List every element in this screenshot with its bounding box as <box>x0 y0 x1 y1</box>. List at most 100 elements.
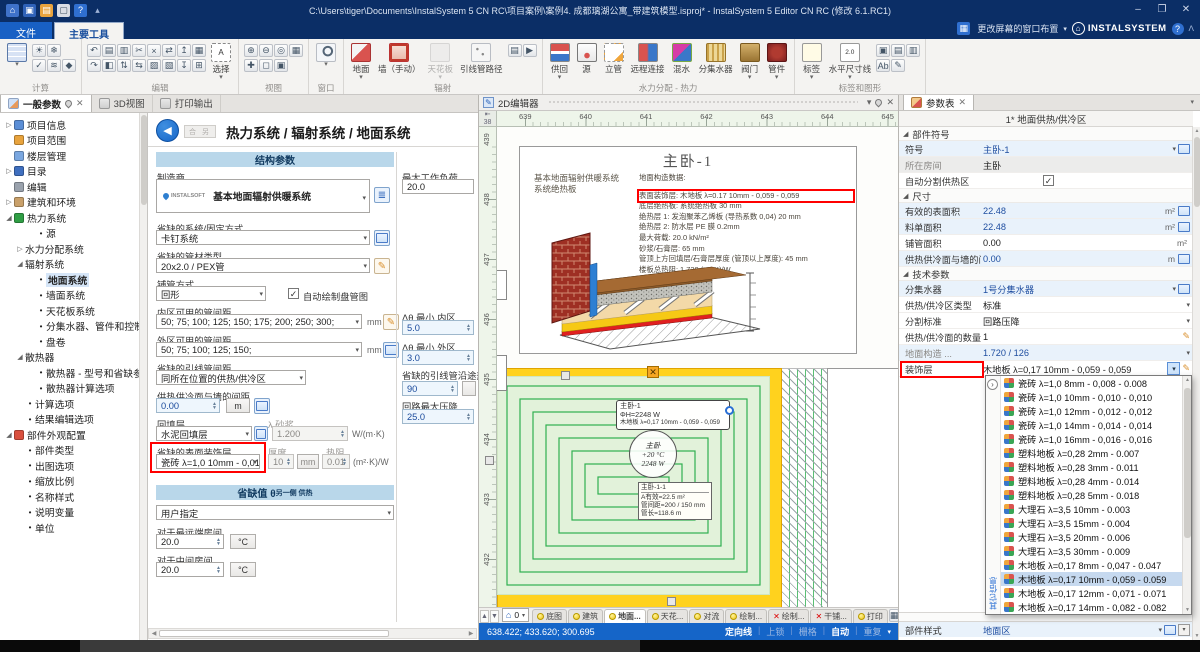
ribbon-button-立管[interactable]: 立管 <box>602 42 626 76</box>
bar-list-icon[interactable]: ▤ <box>891 44 905 57</box>
quickbar-menu-icon[interactable]: ▴ <box>91 4 104 17</box>
ribbon-button-管件[interactable]: 管件▾ <box>765 42 789 81</box>
zoom-in-icon[interactable]: ⊕ <box>244 44 258 57</box>
zoom-out-icon[interactable]: ⊖ <box>259 44 273 57</box>
status-toggle-自动[interactable]: 自动 <box>831 625 849 638</box>
save-icon[interactable]: ▣ <box>23 4 36 17</box>
lead-heat-input[interactable]: 90▲▼ <box>402 381 458 396</box>
mid-room-input[interactable]: 20.0▲▼ <box>156 562 224 577</box>
dock-tab-3d-view[interactable]: 3D视图 <box>92 94 153 112</box>
sidebar-item-水力分配系统[interactable]: ▷水力分配系统 <box>0 241 147 257</box>
tab-file[interactable]: 文件 <box>0 22 52 39</box>
split-icon[interactable]: ◧ <box>102 59 116 72</box>
close-icon[interactable]: ✕ <box>76 98 84 109</box>
swap-icon[interactable]: ⇄ <box>162 44 176 57</box>
dock-tab-print-output[interactable]: 打印输出 <box>153 94 221 112</box>
redo-icon[interactable]: ↷ <box>87 59 101 72</box>
maximize-button[interactable]: ❐ <box>1150 0 1174 18</box>
sidebar-item-单位[interactable]: •单位 <box>0 520 147 536</box>
dropdown-item[interactable]: 大理石 λ=3,5 30mm - 0.009 <box>1001 544 1182 558</box>
sidebar-item-盘卷[interactable]: •盘卷 <box>0 334 147 350</box>
max-load-input[interactable]: 20.0 <box>402 179 474 194</box>
dropdown-item[interactable]: 瓷砖 λ=1,0 12mm - 0,012 - 0,012 <box>1001 404 1182 418</box>
surface-finish-select[interactable]: 瓷砖 λ=1,0 10mm - 0,010 - 0.( <box>156 454 260 469</box>
edit-pencil-icon[interactable]: ✎ <box>1182 331 1190 342</box>
dt-inner-input[interactable]: 5.0▲▼ <box>402 320 474 335</box>
sidebar-item-结果编辑选项[interactable]: •结果编辑选项 <box>0 412 147 428</box>
sidebar-item-说明变量[interactable]: •说明变量 <box>0 505 147 521</box>
celsius-button[interactable]: °C <box>230 534 256 549</box>
param-row-分割标准[interactable]: 分割标准回路压降▾ <box>899 313 1193 329</box>
inherit-monitor-icon[interactable] <box>1178 144 1190 154</box>
ribbon-button-墙（手动）[interactable]: 墙（手动） <box>376 42 423 76</box>
construction-detail-doc[interactable]: 主卧-1 基本地面辐射供暖系统系统绝热板 地面构造数据:表面装饰层: 木地板 λ… <box>519 146 857 354</box>
backfill-select[interactable]: 水泥回填层 <box>156 426 252 441</box>
ribbon-button-远程连接[interactable]: 远程连接 <box>629 42 667 76</box>
sidebar-item-墙面系统[interactable]: •墙面系统 <box>0 288 147 304</box>
coil-label[interactable]: 主卧-1-1 A有效=22.5 m² 管间距=200 / 150 mm 管长=1… <box>638 482 712 520</box>
sidebar-item-项目信息[interactable]: ▷项目信息 <box>0 117 147 133</box>
zoom-grid-icon[interactable]: ▦ <box>289 44 303 57</box>
dropdown-item[interactable]: 瓷砖 λ=1,0 16mm - 0,016 - 0,016 <box>1001 432 1182 446</box>
dropdown-item[interactable]: 塑料地板 λ=0,28 3mm - 0.011 <box>1001 460 1182 474</box>
ribbon-button-preview[interactable]: ▾ <box>314 42 338 68</box>
layer-tab-底图[interactable]: 底图 <box>532 609 567 623</box>
param-row-供热/供冷区类型[interactable]: 供热/供冷区类型标准▾ <box>899 297 1193 313</box>
status-toggle-重复[interactable]: 重复 <box>863 625 881 638</box>
home-icon[interactable]: ⌂ <box>6 4 19 17</box>
new-file-icon[interactable]: ▢ <box>57 4 70 17</box>
book-icon[interactable]: ▤ <box>508 44 522 57</box>
auto-coil-checkbox[interactable]: ✓ <box>288 288 299 299</box>
delete-icon[interactable]: × <box>147 44 161 57</box>
dropdown-scrollbar[interactable]: ▲▼ <box>1182 376 1191 614</box>
status-toggle-栅格[interactable]: 栅格 <box>799 625 817 638</box>
sidebar-item-辐射系统[interactable]: ◢辐射系统 <box>0 257 147 273</box>
dropdown-item[interactable]: 木地板 λ=0,17 12mm - 0,071 - 0.071 <box>1001 586 1182 600</box>
sidebar-item-热力系统[interactable]: ◢热力系统 <box>0 210 147 226</box>
chevron-down-icon[interactable]: ▾ <box>1172 285 1176 293</box>
ribbon-button-阀门[interactable]: 阀门▾ <box>738 42 762 81</box>
sidebar-item-散热器 - 型号和省缺参数[interactable]: •散热器 - 型号和省缺参数 <box>0 365 147 381</box>
ribbon-button-calculator[interactable]: ▾ <box>5 42 29 68</box>
chevron-down-icon[interactable]: ▾ <box>1186 349 1190 357</box>
dropdown-item[interactable]: 大理石 λ=3,5 10mm - 0.003 <box>1001 502 1182 516</box>
component-style-row[interactable]: 部件样式 地面区 ▾▾ <box>899 621 1193 637</box>
help-icon[interactable]: ? <box>74 4 87 17</box>
dropdown-item[interactable]: 瓷砖 λ=1,0 14mm - 0,014 - 0,014 <box>1001 418 1182 432</box>
param-group-技术参数[interactable]: ◢技术参数 <box>899 267 1193 281</box>
sidebar-item-部件类型[interactable]: •部件类型 <box>0 443 147 459</box>
editor-canvas[interactable]: 主卧-1 ΦH=2248 W 木地板 λ=0,17 10mm - 0,059 -… <box>497 127 899 607</box>
sidebar-item-编辑[interactable]: 编辑 <box>0 179 147 195</box>
flip-horizontal-icon[interactable]: ⇆ <box>132 59 146 72</box>
outer-spacing-select[interactable]: 50; 75; 100; 125; 150; <box>156 342 362 357</box>
move-up-icon[interactable]: ↥ <box>177 44 191 57</box>
sidebar-item-缩放比例[interactable]: •缩放比例 <box>0 474 147 490</box>
param-row-有效的表面积[interactable]: 有效的表面积22.48m² <box>899 203 1193 219</box>
inherit-monitor-icon[interactable] <box>1178 284 1190 294</box>
connections-icon[interactable]: ≋ <box>47 59 61 72</box>
sidebar-item-部件外观配置[interactable]: ◢部件外观配置 <box>0 427 147 443</box>
selection-handle[interactable] <box>667 597 676 606</box>
legend-icon[interactable]: ▣ <box>876 44 890 57</box>
ribbon-button-混水[interactable]: 混水 <box>670 42 694 76</box>
sidebar-item-名称样式[interactable]: •名称样式 <box>0 489 147 505</box>
layout-mode-select[interactable]: 回形 <box>156 286 266 301</box>
inherit-monitor-button[interactable] <box>374 230 390 246</box>
sidebar-item-分集水器、管件和控制[interactable]: •分集水器、管件和控制 <box>0 319 147 335</box>
status-menu-icon[interactable]: ▾ <box>887 628 891 636</box>
minimize-button[interactable]: – <box>1126 0 1150 18</box>
copy-icon[interactable]: ▤ <box>102 44 116 57</box>
paste-icon[interactable]: ▥ <box>117 44 131 57</box>
zone-label[interactable]: 主卧-1 ΦH=2248 W 木地板 λ=0,17 10mm - 0,059 -… <box>616 400 730 430</box>
cooling-results-icon[interactable]: ❄ <box>47 44 61 57</box>
far-room-input[interactable]: 20.0▲▼ <box>156 534 224 549</box>
catalog-stack-button[interactable]: ≣ <box>374 187 390 203</box>
param-group-尺寸[interactable]: ◢尺寸 <box>899 189 1193 203</box>
certificate-icon[interactable]: ◆ <box>62 59 76 72</box>
ribbon-button-地面[interactable]: 地面▾ <box>349 42 373 81</box>
max-drop-input[interactable]: 25.0▲▼ <box>402 409 474 424</box>
chevron-down-icon[interactable]: ▾ <box>1186 301 1190 309</box>
check-results-icon[interactable]: ✓ <box>32 59 46 72</box>
resize-icon[interactable]: ▧ <box>162 59 176 72</box>
layer-tab-对流[interactable]: 对流 <box>689 609 724 623</box>
